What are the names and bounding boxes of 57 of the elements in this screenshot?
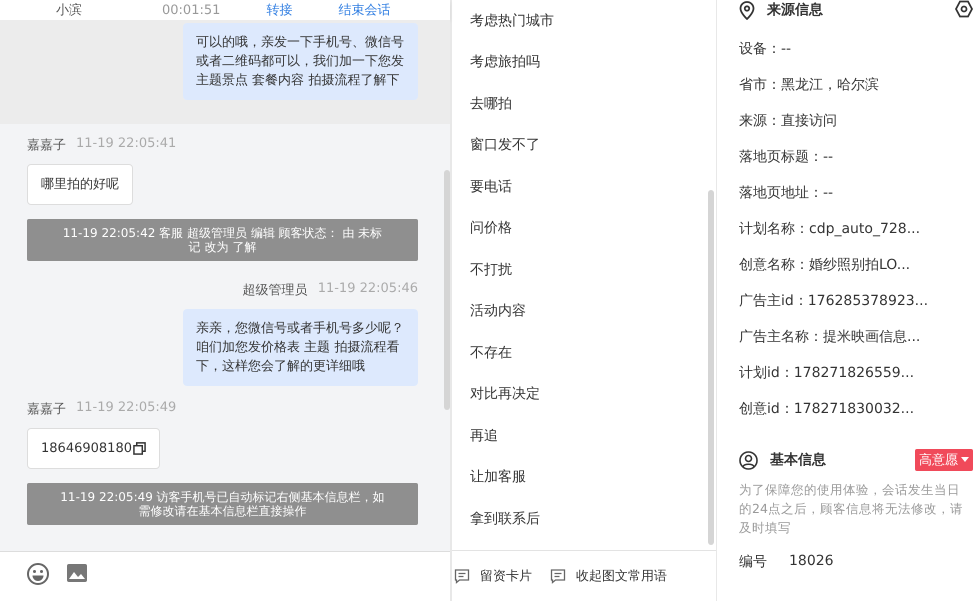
sender-name: 嘉嘉子: [27, 401, 66, 418]
quick-reply-item[interactable]: 问价格: [470, 208, 512, 249]
header-action-link[interactable]: 转接: [266, 1, 292, 19]
field-value: 18026: [789, 553, 834, 571]
quick-reply-item[interactable]: 再追: [470, 415, 498, 456]
message-time: 11-19 22:05:41: [76, 136, 176, 153]
info-note: 为了保障您的使用体验，会话发生当日的24点之后，顾客信息将无法修改，请及时填写: [739, 481, 964, 537]
source-field: 落地页标题：--: [739, 148, 973, 184]
settings-icon[interactable]: [955, 0, 973, 18]
copy-icon[interactable]: [132, 442, 146, 455]
sender-name: 超级管理员: [242, 282, 308, 299]
session-duration: 00:01:51: [162, 2, 220, 18]
quick-bar-button[interactable]: 留资卡片: [454, 567, 532, 585]
quick-reply-item[interactable]: 拿到联系后: [470, 498, 540, 540]
chat-bubble-icon: [454, 568, 470, 584]
source-field: 创意id：178271830032...: [739, 400, 973, 436]
quick-reply-item[interactable]: 窗口发不了: [470, 124, 540, 166]
source-field: 设备：--: [739, 40, 973, 76]
system-notice: 11-19 22:05:49 访客手机号已自动标记右侧基本信息栏，如需修改请在基本信息栏直接操作: [27, 483, 418, 525]
section-title: 来源信息: [767, 1, 823, 19]
field-label: 编号: [739, 553, 767, 571]
message-time: 11-19 22:05:49: [76, 400, 176, 417]
user-icon: [739, 450, 758, 470]
source-field: 广告主id：176285378923...: [739, 292, 973, 328]
source-field: 落地页地址：--: [739, 184, 973, 220]
sender-name: 嘉嘉子: [27, 137, 66, 154]
location-pin-icon: [739, 0, 755, 20]
emoji-icon[interactable]: [26, 562, 50, 586]
agent-message-bubble: 亲亲，您微信号或者手机号多少呢？咱们加您发价格表 主题 拍摄流程看下，这样您会了解的更详细哦: [183, 309, 418, 386]
source-field: 省市：黑龙江，哈尔滨: [739, 76, 973, 112]
customer-message-bubble: 18646908180: [27, 428, 160, 469]
quick-reply-item[interactable]: 不打扰: [470, 249, 512, 290]
quick-reply-item[interactable]: 考虑旅拍吗: [470, 42, 540, 83]
chat-bubble-icon: [550, 568, 566, 584]
section-title: 基本信息: [770, 451, 826, 469]
customer-message-bubble: 哪里拍的好呢: [27, 164, 133, 205]
quick-reply-item[interactable]: 让加客服: [470, 456, 526, 498]
quick-reply-item[interactable]: 活动内容: [470, 290, 526, 332]
visitor-name: 小滨: [56, 2, 82, 19]
source-field: 来源：直接访问: [739, 112, 973, 148]
quick-reply-item[interactable]: 对比再决定: [470, 374, 540, 415]
quick-reply-item[interactable]: 去哪拍: [470, 83, 512, 124]
quick-bar-button[interactable]: 收起图文常用语: [550, 567, 667, 585]
source-field: 广告主名称：提米映画信息...: [739, 328, 973, 364]
agent-message-bubble: 可以的哦，亲发一下手机号、微信号或者二维码都可以，我们加一下您发主题景点 套餐内容 拍摄流程了解下: [183, 23, 418, 100]
quick-reply-item[interactable]: 考虑热门城市: [470, 0, 554, 42]
header-action-link[interactable]: 结束会话: [338, 1, 390, 19]
caret-icon: [961, 457, 969, 463]
quick-reply-item[interactable]: 不存在: [470, 332, 512, 374]
quick-reply-item[interactable]: 要电话: [470, 166, 512, 208]
system-notice: 11-19 22:05:42 客服 超级管理员 编辑 顾客状态： 由 未标记 改为 了解: [27, 219, 418, 261]
intent-tag-dropdown[interactable]: 高意愿: [915, 449, 973, 471]
image-icon[interactable]: [66, 562, 88, 584]
source-field: 计划名称：cdp_auto_728...: [739, 220, 973, 256]
source-field: 创意名称：婚纱照别拍LO...: [739, 256, 973, 292]
source-field: 计划id：178271826559...: [739, 364, 973, 400]
message-time: 11-19 22:05:46: [318, 281, 418, 298]
